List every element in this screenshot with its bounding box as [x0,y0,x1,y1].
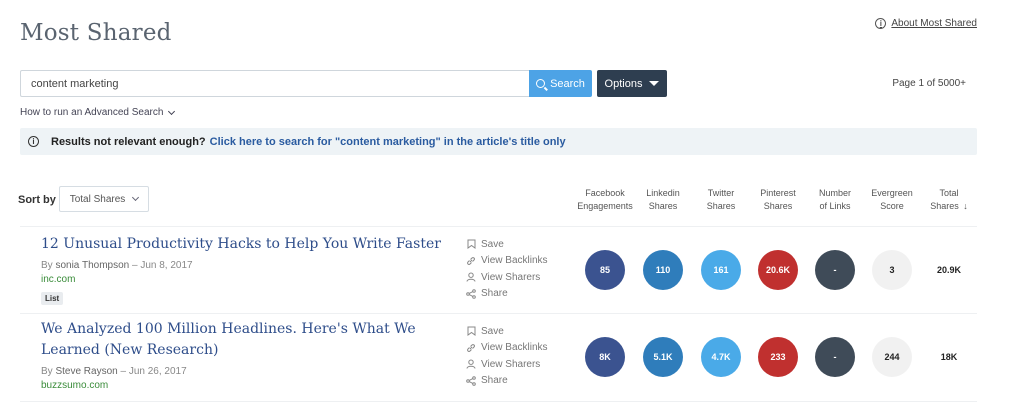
total-shares-value: 18K [940,352,958,362]
link-icon [466,256,476,266]
search-input[interactable] [20,70,529,97]
table-row: 12 Unusual Productivity Hacks to Help Yo… [0,228,1024,314]
save-action[interactable]: Save [466,323,548,340]
chevron-down-icon [132,193,140,202]
twitter-shares-value: 161 [701,250,741,290]
view-backlinks-label: View Backlinks [481,255,548,267]
user-icon [466,359,476,369]
facebook-engagements-value: 8K [585,337,625,377]
bookmark-icon [466,239,476,250]
advanced-search-label: How to run an Advanced Search [20,107,164,118]
page-info: Page 1 of 5000+ [892,78,966,89]
view-backlinks-action[interactable]: View Backlinks [466,340,548,357]
share-label: Share [481,288,508,300]
number-of-links-value[interactable]: - [815,250,855,290]
author-name[interactable]: sonia Thompson [55,260,129,271]
view-backlinks-label: View Backlinks [481,342,548,354]
share-icon [466,375,476,386]
article-actions: Save View Backlinks View Sharers Share [466,236,548,302]
info-icon: i [28,136,39,147]
info-icon: i [875,18,887,29]
col-header-total-line2: Shares [930,201,959,211]
content-type-tag: List [41,292,64,305]
evergreen-score-value: 244 [872,337,912,377]
author-name[interactable]: Steve Rayson [55,366,117,377]
article-domain[interactable]: buzzsumo.com [41,380,108,391]
link-icon [466,343,476,353]
sort-select[interactable]: Total Shares [59,186,149,212]
linkedin-shares-value: 5.1K [643,337,683,377]
byline-prefix: By [41,260,53,271]
table-row: We Analyzed 100 Million Headlines. Here'… [0,315,1024,401]
advanced-search-link[interactable]: How to run an Advanced Search [20,107,176,118]
col-header-total-line1: Total [939,188,959,198]
options-button[interactable]: Options [597,70,667,97]
total-shares-value: 20.9K [936,265,962,275]
sort-by-label: Sort by [18,194,56,206]
article-actions: Save View Backlinks View Sharers Share [466,323,548,389]
divider [20,226,977,227]
byline: By sonia Thompson – Jun 8, 2017 [41,260,193,271]
search-button-label: Search [550,77,585,90]
publish-date: – Jun 26, 2017 [120,366,187,377]
search-icon [536,79,546,88]
pinterest-shares-value: 20.6K [758,250,798,290]
article-domain[interactable]: inc.com [41,274,75,285]
linkedin-shares-value: 110 [643,250,683,290]
byline-prefix: By [41,366,53,377]
sort-arrow-down-icon: ↓ [963,201,968,211]
number-of-links-value[interactable]: - [815,337,855,377]
col-header-total[interactable]: Total Shares ↓ [914,187,984,213]
divider [20,313,977,314]
about-link-label: About Most Shared [891,18,977,29]
relevance-notice: i Results not relevant enough? Click her… [20,128,977,155]
view-sharers-action[interactable]: View Sharers [466,356,548,373]
bookmark-icon [466,326,476,337]
share-label: Share [481,375,508,387]
pinterest-shares-value: 233 [758,337,798,377]
share-action[interactable]: Share [466,373,548,390]
view-sharers-action[interactable]: View Sharers [466,269,548,286]
divider [20,401,977,402]
title-only-search-link[interactable]: Click here to search for "content market… [210,136,566,148]
byline: By Steve Rayson – Jun 26, 2017 [41,366,187,377]
sort-selected-value: Total Shares [69,193,126,205]
view-sharers-label: View Sharers [481,358,541,370]
save-label: Save [481,238,504,250]
evergreen-score-value: 3 [872,250,912,290]
chevron-down-icon [649,81,660,86]
page-title: Most Shared [20,20,172,46]
search-bar: Search Options [20,70,667,97]
article-title[interactable]: 12 Unusual Productivity Hacks to Help Yo… [41,234,451,255]
about-most-shared-link[interactable]: i About Most Shared [875,18,977,29]
share-action[interactable]: Share [466,286,548,303]
search-button[interactable]: Search [529,70,592,97]
save-action[interactable]: Save [466,236,548,253]
user-icon [466,272,476,282]
view-sharers-label: View Sharers [481,271,541,283]
chevron-down-icon [168,107,176,115]
view-backlinks-action[interactable]: View Backlinks [466,253,548,270]
share-icon [466,288,476,299]
facebook-engagements-value: 85 [585,250,625,290]
publish-date: – Jun 8, 2017 [131,260,193,271]
twitter-shares-value: 4.7K [701,337,741,377]
save-label: Save [481,325,504,337]
article-title[interactable]: We Analyzed 100 Million Headlines. Here'… [41,319,451,361]
options-button-label: Options [604,77,643,90]
notice-prefix: Results not relevant enough? [51,135,206,148]
